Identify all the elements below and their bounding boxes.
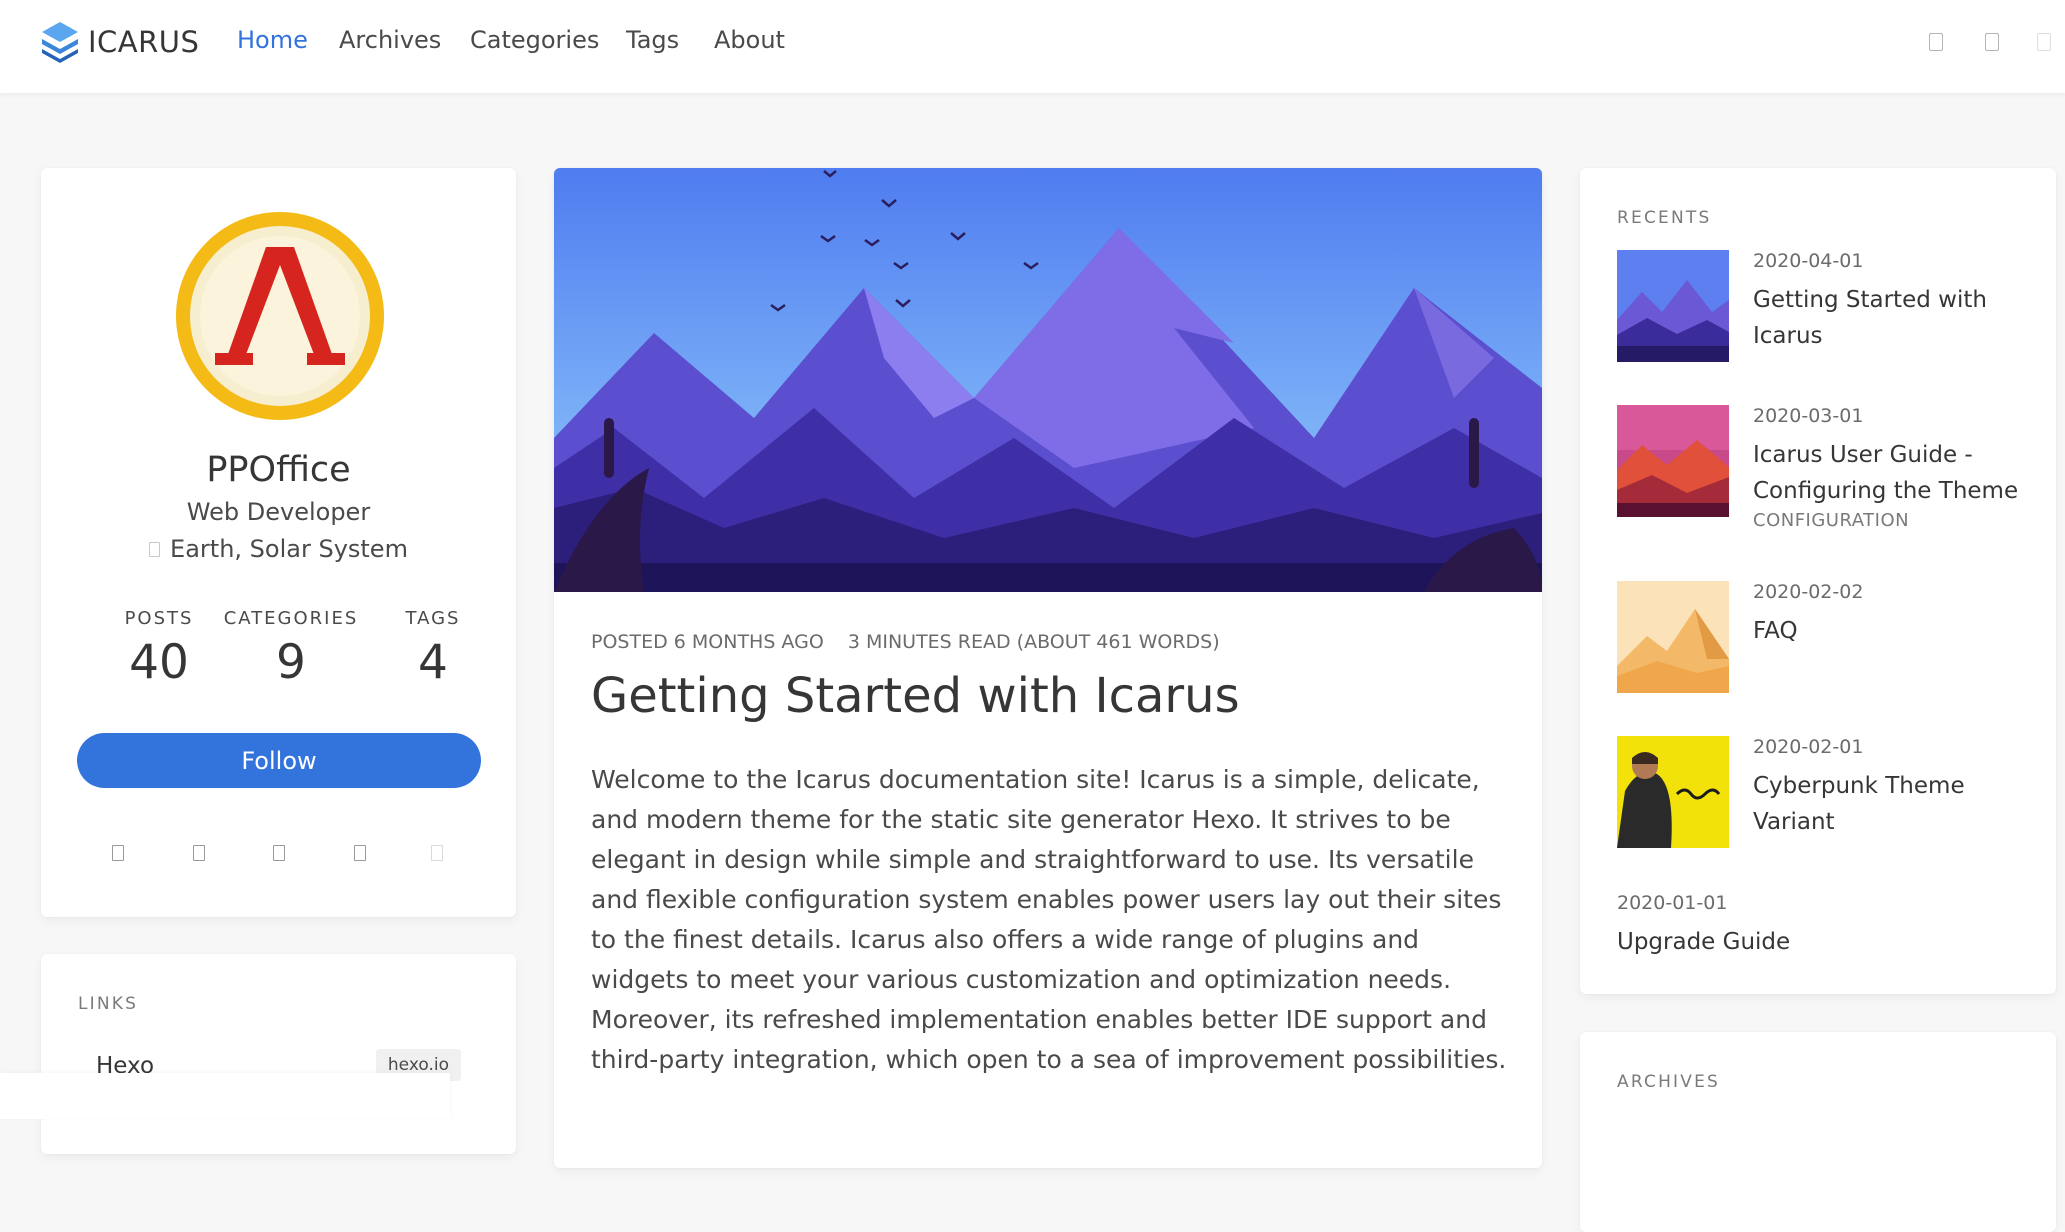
dribbble-icon[interactable] [354,845,366,861]
archives-heading: ARCHIVES [1617,1072,1721,1092]
map-marker-icon [149,541,161,557]
profile-name: PPOffice [206,450,351,490]
links-card: LINKS Hexo hexo.io [41,954,516,1154]
brand-name: ICARUS [88,25,200,59]
recent-thumbnail [1617,405,1729,517]
links-heading: LINKS [78,994,139,1014]
follow-button[interactable]: Follow [77,733,481,788]
catalogue-icon[interactable] [2037,33,2051,51]
brand-logo-link[interactable]: ICARUS [40,20,199,64]
search-icon[interactable] [1929,33,1943,51]
nav-about[interactable]: About [714,26,785,54]
github-icon[interactable] [1985,33,1999,51]
recent-title[interactable]: FAQ [1753,613,2033,649]
recent-title[interactable]: Upgrade Guide [1617,924,2017,960]
recent-date: 2020-02-01 [1753,736,1864,758]
stat-tags-label: TAGS [405,608,461,629]
article-reading-time: 3 MINUTES READ (ABOUT 461 WORDS) [847,631,1220,653]
recent-post-item[interactable]: 2020-04-01 Getting Started with Icarus [1617,250,2037,362]
recent-title[interactable]: Getting Started with Icarus [1753,282,2033,354]
recent-thumbnail [1617,250,1729,362]
article-posted-date: POSTED 6 MONTHS AGO [591,631,824,653]
recent-category-link[interactable]: CONFIGURATION [1753,510,1909,531]
stat-categories-value: 9 [276,635,306,690]
recent-post-item[interactable]: 2020-01-01 Upgrade Guide [1617,892,2037,972]
stat-posts[interactable]: POSTS 40 [91,608,227,690]
article-thumbnail[interactable] [554,168,1542,592]
recents-card: RECENTS 2020-04-01 Getting Started with … [1580,168,2056,994]
article-card: POSTED 6 MONTHS AGO 3 MINUTES READ (ABOU… [554,168,1542,1168]
nav-archives[interactable]: Archives [339,26,441,54]
profile-role: Web Developer [186,498,371,526]
stat-posts-label: POSTS [124,608,194,629]
recent-date: 2020-02-02 [1753,581,1864,603]
recent-thumbnail [1617,581,1729,693]
stat-tags-value: 4 [418,635,448,690]
recent-date: 2020-01-01 [1617,892,1728,914]
stat-categories[interactable]: CATEGORIES 9 [211,608,371,690]
profile-location: Earth, Solar System [41,535,516,563]
archives-card: ARCHIVES [1580,1032,2056,1232]
rss-icon[interactable] [431,845,443,861]
nav-categories[interactable]: Categories [470,26,599,54]
avatar [176,212,384,420]
github-icon[interactable] [112,845,124,861]
recent-post-item[interactable]: 2020-02-01 Cyberpunk Theme Variant [1617,736,2037,848]
icarus-logo-icon [42,22,78,63]
bottom-overlay [0,1073,450,1119]
stat-posts-value: 40 [129,635,189,690]
recent-title[interactable]: Icarus User Guide - Configuring the Them… [1753,437,2043,509]
stat-categories-label: CATEGORIES [223,608,359,629]
article-excerpt: Welcome to the Icarus documentation site… [591,765,1507,1074]
recent-date: 2020-03-01 [1753,405,1864,427]
recent-title[interactable]: Cyberpunk Theme Variant [1753,768,2033,840]
twitter-icon[interactable] [273,845,285,861]
nav-home[interactable]: Home [237,26,308,54]
recent-date: 2020-04-01 [1753,250,1864,272]
article-title[interactable]: Getting Started with Icarus [591,668,1240,724]
profile-card: PPOffice Web Developer Earth, Solar Syst… [41,168,516,917]
recents-heading: RECENTS [1617,208,1712,228]
recent-thumbnail [1617,736,1729,848]
top-navbar: ICARUS Home Archives Categories Tags Abo… [0,0,2065,93]
nav-tags[interactable]: Tags [626,26,679,54]
article-meta: POSTED 6 MONTHS AGO 3 MINUTES READ (ABOU… [591,631,1238,653]
facebook-icon[interactable] [193,845,205,861]
recent-post-item[interactable]: 2020-03-01 Icarus User Guide - Configuri… [1617,405,2037,531]
profile-location-text: Earth, Solar System [170,535,408,563]
recent-post-item[interactable]: 2020-02-02 FAQ [1617,581,2037,693]
stat-tags[interactable]: TAGS 4 [393,608,473,690]
